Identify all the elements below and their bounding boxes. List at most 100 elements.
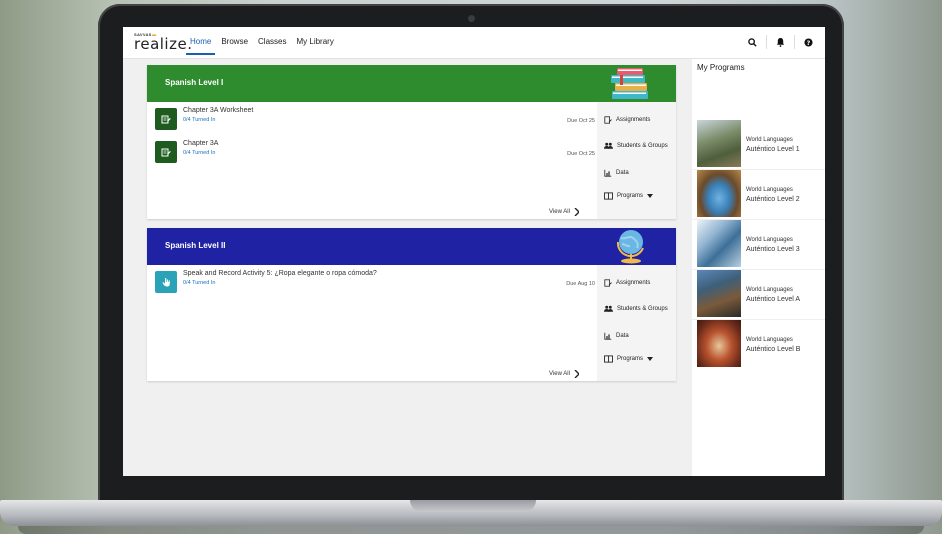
view-all-label: View All (549, 209, 570, 215)
assignment-title[interactable]: Speak and Record Activity 5: ¿Ropa elega… (183, 270, 377, 277)
program-thumbnail (697, 270, 741, 317)
class-title[interactable]: Spanish Level II (165, 241, 225, 250)
divider (794, 35, 795, 49)
program-line1: World Languages (746, 237, 793, 243)
nav-browse[interactable]: Browse (221, 37, 248, 55)
bell-icon[interactable] (774, 36, 787, 49)
program-line1: World Languages (746, 187, 793, 193)
books-icon (611, 68, 648, 99)
assignments-icon (604, 279, 612, 287)
assignment-row[interactable]: Speak and Record Activity 5: ¿Ropa elega… (155, 268, 595, 296)
program-label: World Languages Auténtico Level B (746, 335, 800, 355)
program-line2: Auténtico Level 2 (746, 196, 800, 203)
class-card-header[interactable]: Spanish Level I (147, 65, 676, 102)
chart-icon (604, 332, 612, 340)
program-label: World Languages Auténtico Level A (746, 285, 800, 305)
main-nav: Home Browse Classes My Library (185, 37, 334, 55)
top-icons: ? (732, 35, 815, 49)
people-icon (604, 142, 613, 149)
side-data-label: Data (616, 170, 629, 176)
side-assignments-label: Assignments (616, 117, 651, 123)
my-programs-panel: My Programs World Languages Auténtico Lev… (692, 59, 825, 476)
worksheet-icon (155, 141, 177, 163)
hand-icon (155, 271, 177, 293)
assignments-icon (604, 116, 612, 124)
due-date: Due Oct 25 (567, 118, 595, 124)
program-thumbnail (697, 170, 741, 217)
view-all-link[interactable]: View All (549, 370, 579, 378)
side-students-label: Students & Groups (617, 306, 668, 312)
side-assignments-label: Assignments (616, 280, 651, 286)
program-label: World Languages Auténtico Level 3 (746, 235, 800, 255)
logo-wordmark: realize. (134, 35, 193, 53)
side-data[interactable]: Data (604, 169, 629, 177)
program-line2: Auténtico Level A (746, 296, 801, 303)
program-line1: World Languages (746, 137, 793, 143)
realize-logo[interactable]: SAVVAS ■■■ realize. (134, 32, 192, 54)
program-item[interactable]: World Languages Auténtico Level B (692, 319, 825, 369)
due-date: Due Oct 25 (567, 151, 595, 157)
top-navigation-bar: SAVVAS ■■■ realize. Home Browse Classes … (123, 27, 825, 59)
side-programs-label: Programs (617, 193, 644, 199)
program-item[interactable]: World Languages Auténtico Level 3 (692, 219, 825, 270)
class-card-header[interactable]: Spanish Level II (147, 228, 676, 265)
divider (766, 35, 767, 49)
side-assignments[interactable]: Assignments (604, 116, 650, 124)
program-line2: Auténtico Level 3 (746, 246, 800, 253)
side-programs-label: Programs (617, 356, 644, 362)
program-thumbnail (697, 320, 741, 367)
chevron-right-icon (574, 208, 579, 216)
laptop-notch (410, 500, 536, 512)
turned-in-status[interactable]: 0/4 Turned In (183, 280, 215, 286)
side-programs[interactable]: Programs (604, 192, 654, 200)
class-card-spanish-level-2: Spanish Level II Speak and Record Activi… (147, 228, 676, 381)
view-all-label: View All (549, 371, 570, 377)
class-side-menu: Assignments Students & Groups Data Progr… (597, 265, 676, 381)
assignment-title[interactable]: Chapter 3A (183, 140, 218, 147)
people-icon (604, 305, 613, 312)
program-line2: Auténtico Level B (746, 346, 801, 353)
class-card-body: Speak and Record Activity 5: ¿Ropa elega… (147, 265, 676, 381)
search-icon[interactable] (746, 36, 759, 49)
assignment-row[interactable]: Chapter 3A Worksheet 0/4 Turned In Due O… (155, 105, 595, 133)
program-item[interactable]: World Languages Auténtico Level 2 (692, 169, 825, 220)
program-item[interactable]: World Languages Auténtico Level A (692, 269, 825, 320)
caret-down-icon (647, 357, 654, 361)
nav-classes[interactable]: Classes (258, 37, 286, 55)
assignment-row[interactable]: Chapter 3A 0/4 Turned In Due Oct 25 (155, 138, 595, 166)
class-side-menu: Assignments Students & Groups Data Progr… (597, 102, 676, 219)
worksheet-icon (155, 108, 177, 130)
laptop-shadow (18, 526, 924, 534)
turned-in-status[interactable]: 0/4 Turned In (183, 117, 215, 123)
caret-down-icon (647, 194, 654, 198)
program-line1: World Languages (746, 287, 793, 293)
side-students-groups[interactable]: Students & Groups (604, 305, 668, 313)
class-title[interactable]: Spanish Level I (165, 78, 223, 87)
side-programs[interactable]: Programs (604, 355, 654, 363)
program-line1: World Languages (746, 337, 793, 343)
program-item[interactable]: World Languages Auténtico Level 1 (692, 119, 825, 170)
nav-my-library[interactable]: My Library (296, 37, 333, 55)
book-icon (604, 192, 613, 200)
screen: SAVVAS ■■■ realize. Home Browse Classes … (123, 27, 825, 476)
program-line2: Auténtico Level 1 (746, 146, 800, 153)
view-all-link[interactable]: View All (549, 208, 579, 216)
globe-icon (616, 230, 644, 264)
assignment-title[interactable]: Chapter 3A Worksheet (183, 107, 253, 114)
side-students-groups[interactable]: Students & Groups (604, 142, 668, 150)
side-assignments[interactable]: Assignments (604, 279, 650, 287)
side-data-label: Data (616, 333, 629, 339)
chevron-right-icon (574, 370, 579, 378)
camera (468, 15, 475, 22)
svg-text:?: ? (807, 39, 811, 46)
book-icon (604, 355, 613, 363)
help-icon[interactable]: ? (802, 36, 815, 49)
side-students-label: Students & Groups (617, 143, 668, 149)
nav-home[interactable]: Home (185, 37, 216, 55)
class-card-spanish-level-1: Spanish Level I Chapter 3A Worksheet 0/4… (147, 65, 676, 219)
my-programs-title: My Programs (697, 63, 745, 72)
side-data[interactable]: Data (604, 332, 629, 340)
turned-in-status[interactable]: 0/4 Turned In (183, 150, 215, 156)
program-thumbnail (697, 220, 741, 267)
class-card-body: Chapter 3A Worksheet 0/4 Turned In Due O… (147, 102, 676, 219)
